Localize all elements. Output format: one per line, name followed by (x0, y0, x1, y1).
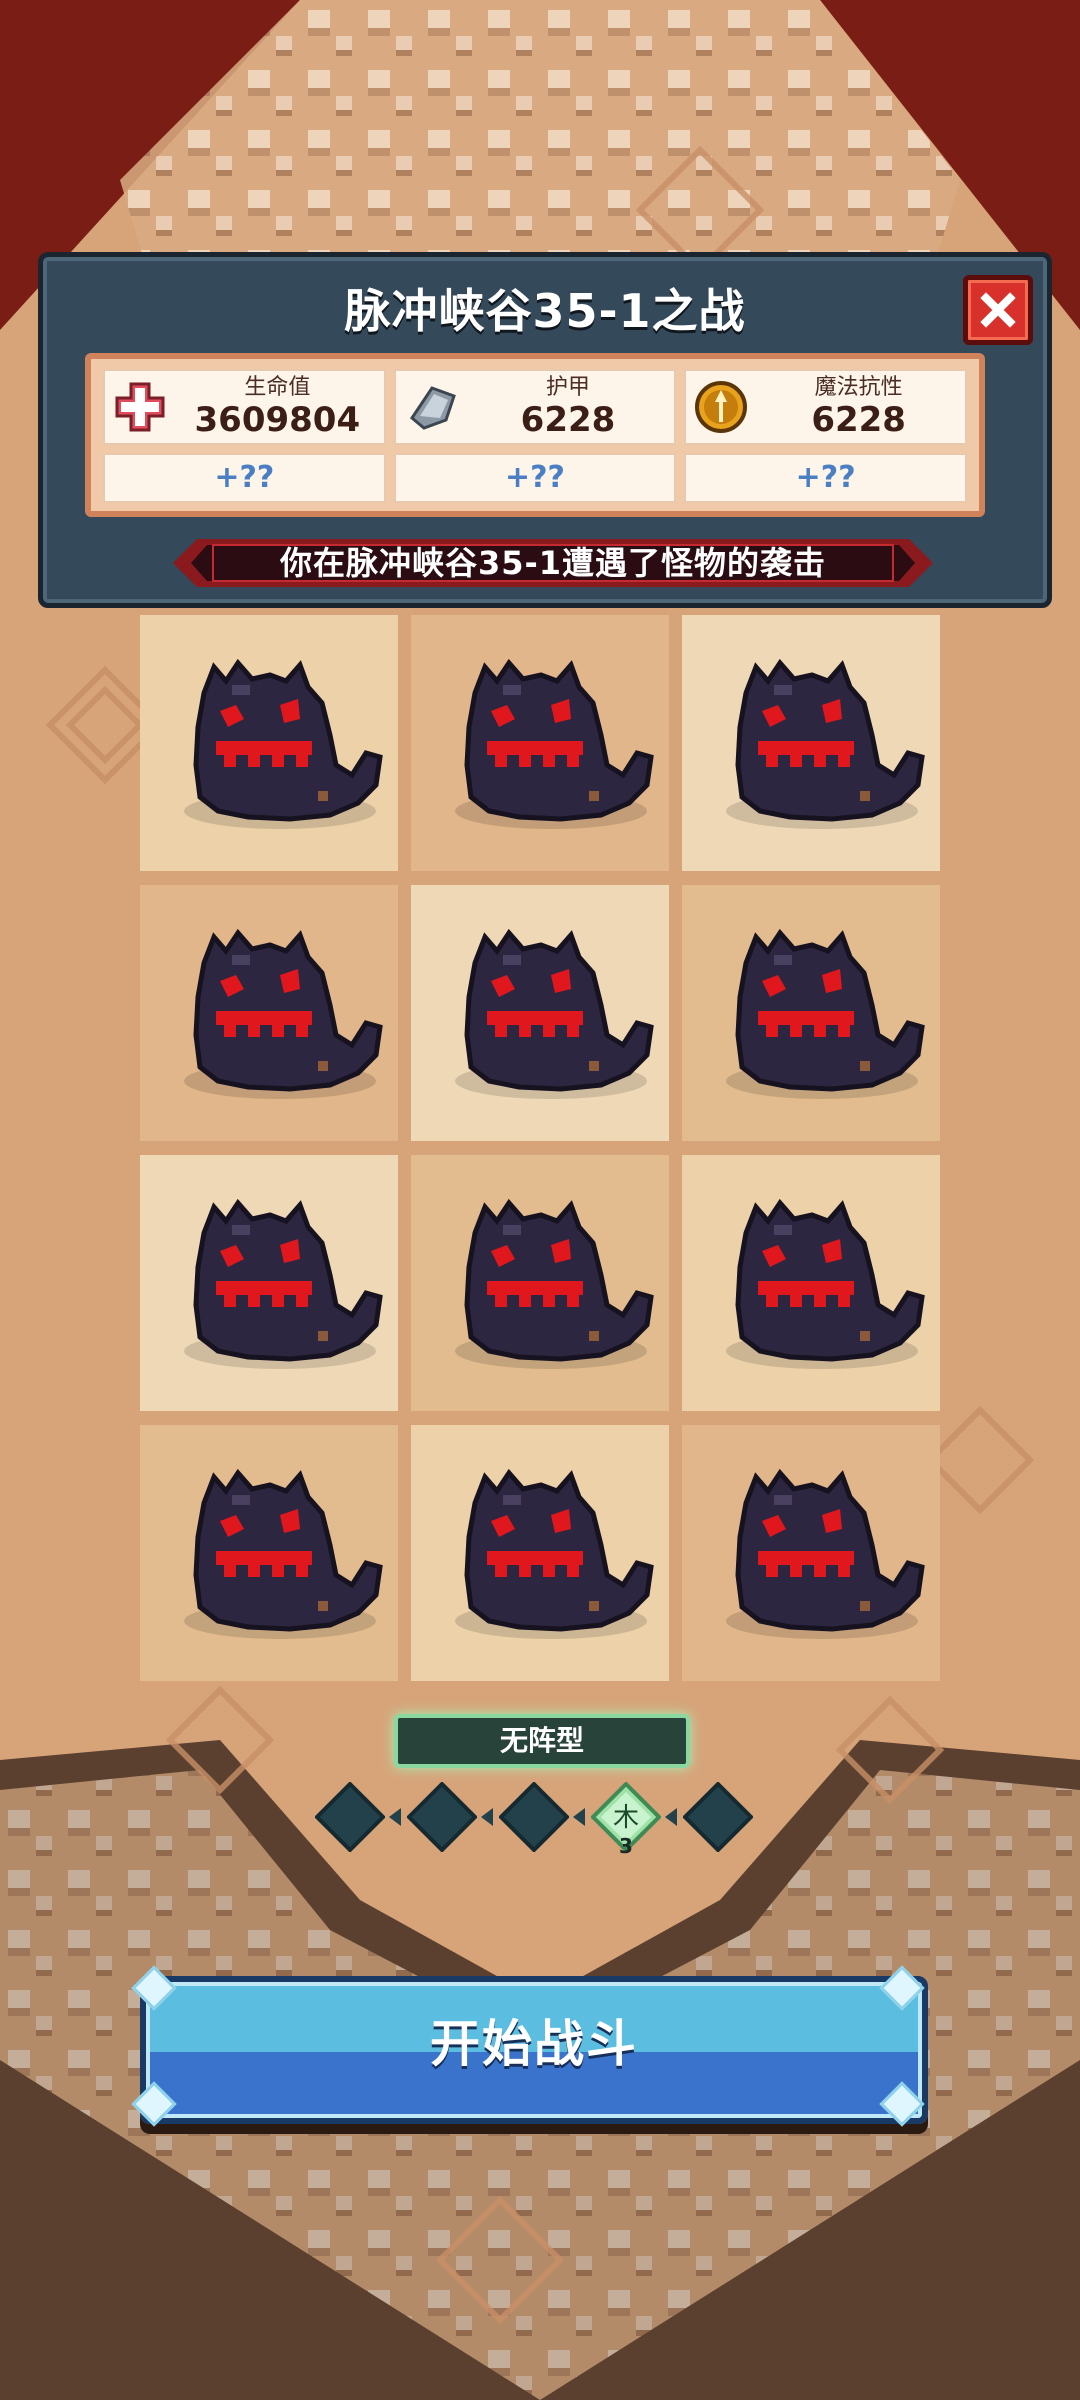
slot-separator-arrow (481, 1808, 493, 1826)
encounter-message: 你在脉冲峡谷35-1遭遇了怪物的袭击 (279, 544, 827, 582)
stat-label: 生命值 (244, 375, 311, 400)
shadow-ghost-monster (411, 1155, 669, 1411)
monster-formation-grid (140, 615, 940, 1681)
start-battle-button[interactable]: 开始战斗 (140, 1976, 928, 2124)
slot-separator-arrow (389, 1808, 401, 1826)
magic-resist-icon (690, 376, 752, 438)
formation-slot[interactable] (406, 1781, 478, 1853)
shadow-ghost-monster (682, 1155, 940, 1411)
svg-text:木: 木 (613, 1803, 639, 1833)
shadow-ghost-monster (140, 615, 398, 871)
formation-slot[interactable] (314, 1781, 386, 1853)
monster-slot[interactable] (140, 885, 398, 1141)
formation-slot[interactable] (498, 1781, 570, 1853)
health-cross-icon (109, 376, 171, 438)
stat-label: 魔法抗性 (814, 375, 903, 400)
formation-slot-active[interactable]: 木 3 (590, 1781, 662, 1858)
stat-value: 6228 (520, 400, 616, 440)
stat-health: 生命值 3609804 +?? (103, 369, 386, 503)
stat-label: 护甲 (545, 375, 590, 400)
stat-value: 6228 (811, 400, 906, 440)
formation-slots: 木 3 (314, 1778, 765, 1858)
battle-info-panel: 脉冲峡谷35-1之战 生命值 3609804 +?? 护甲 6228 +?? 魔… (38, 252, 1052, 608)
empty-diamond-icon (498, 1781, 570, 1853)
stat-bonus: +?? (393, 453, 677, 503)
monster-slot[interactable] (411, 1425, 669, 1681)
monster-slot[interactable] (682, 885, 940, 1141)
monster-slot[interactable] (411, 1155, 669, 1411)
stat-value: 3609804 (194, 400, 361, 440)
close-icon (980, 292, 1016, 328)
monster-stats-box: 生命值 3609804 +?? 护甲 6228 +?? 魔法抗性 6228 +?… (85, 353, 985, 517)
stat-armor: 护甲 6228 +?? (393, 369, 677, 503)
stat-bonus: +?? (103, 453, 386, 503)
shadow-ghost-monster (682, 615, 940, 871)
monster-slot[interactable] (682, 1155, 940, 1411)
monster-slot[interactable] (682, 615, 940, 871)
monster-slot[interactable] (411, 885, 669, 1141)
slot-separator-arrow (665, 1808, 677, 1826)
encounter-banner: 你在脉冲峡谷35-1遭遇了怪物的袭击 (173, 539, 933, 587)
formation-slot[interactable] (682, 1781, 754, 1853)
shadow-ghost-monster (411, 1425, 669, 1681)
monster-slot[interactable] (140, 1155, 398, 1411)
empty-diamond-icon (406, 1781, 478, 1853)
empty-diamond-icon (682, 1781, 754, 1853)
shadow-ghost-monster (411, 885, 669, 1141)
stat-magic-resist: 魔法抗性 6228 +?? (684, 369, 967, 503)
shadow-ghost-monster (682, 885, 940, 1141)
slot-separator-arrow (573, 1808, 585, 1826)
shadow-ghost-monster (140, 1155, 398, 1411)
shadow-ghost-monster (140, 1425, 398, 1681)
close-button[interactable] (963, 275, 1033, 345)
shadow-ghost-monster (411, 615, 669, 871)
monster-slot[interactable] (140, 615, 398, 871)
formation-count: 3 (619, 1834, 633, 1858)
battle-title: 脉冲峡谷35-1之战 (344, 284, 746, 338)
stat-bonus: +?? (684, 453, 967, 503)
monster-slot[interactable] (140, 1425, 398, 1681)
empty-diamond-icon (314, 1781, 386, 1853)
shadow-ghost-monster (140, 885, 398, 1141)
monster-slot[interactable] (682, 1425, 940, 1681)
monster-slot[interactable] (411, 615, 669, 871)
shadow-ghost-monster (682, 1425, 940, 1681)
start-battle-label: 开始战斗 (430, 2015, 638, 2073)
formation-name[interactable]: 无阵型 (394, 1714, 690, 1768)
armor-shard-icon (400, 376, 462, 438)
